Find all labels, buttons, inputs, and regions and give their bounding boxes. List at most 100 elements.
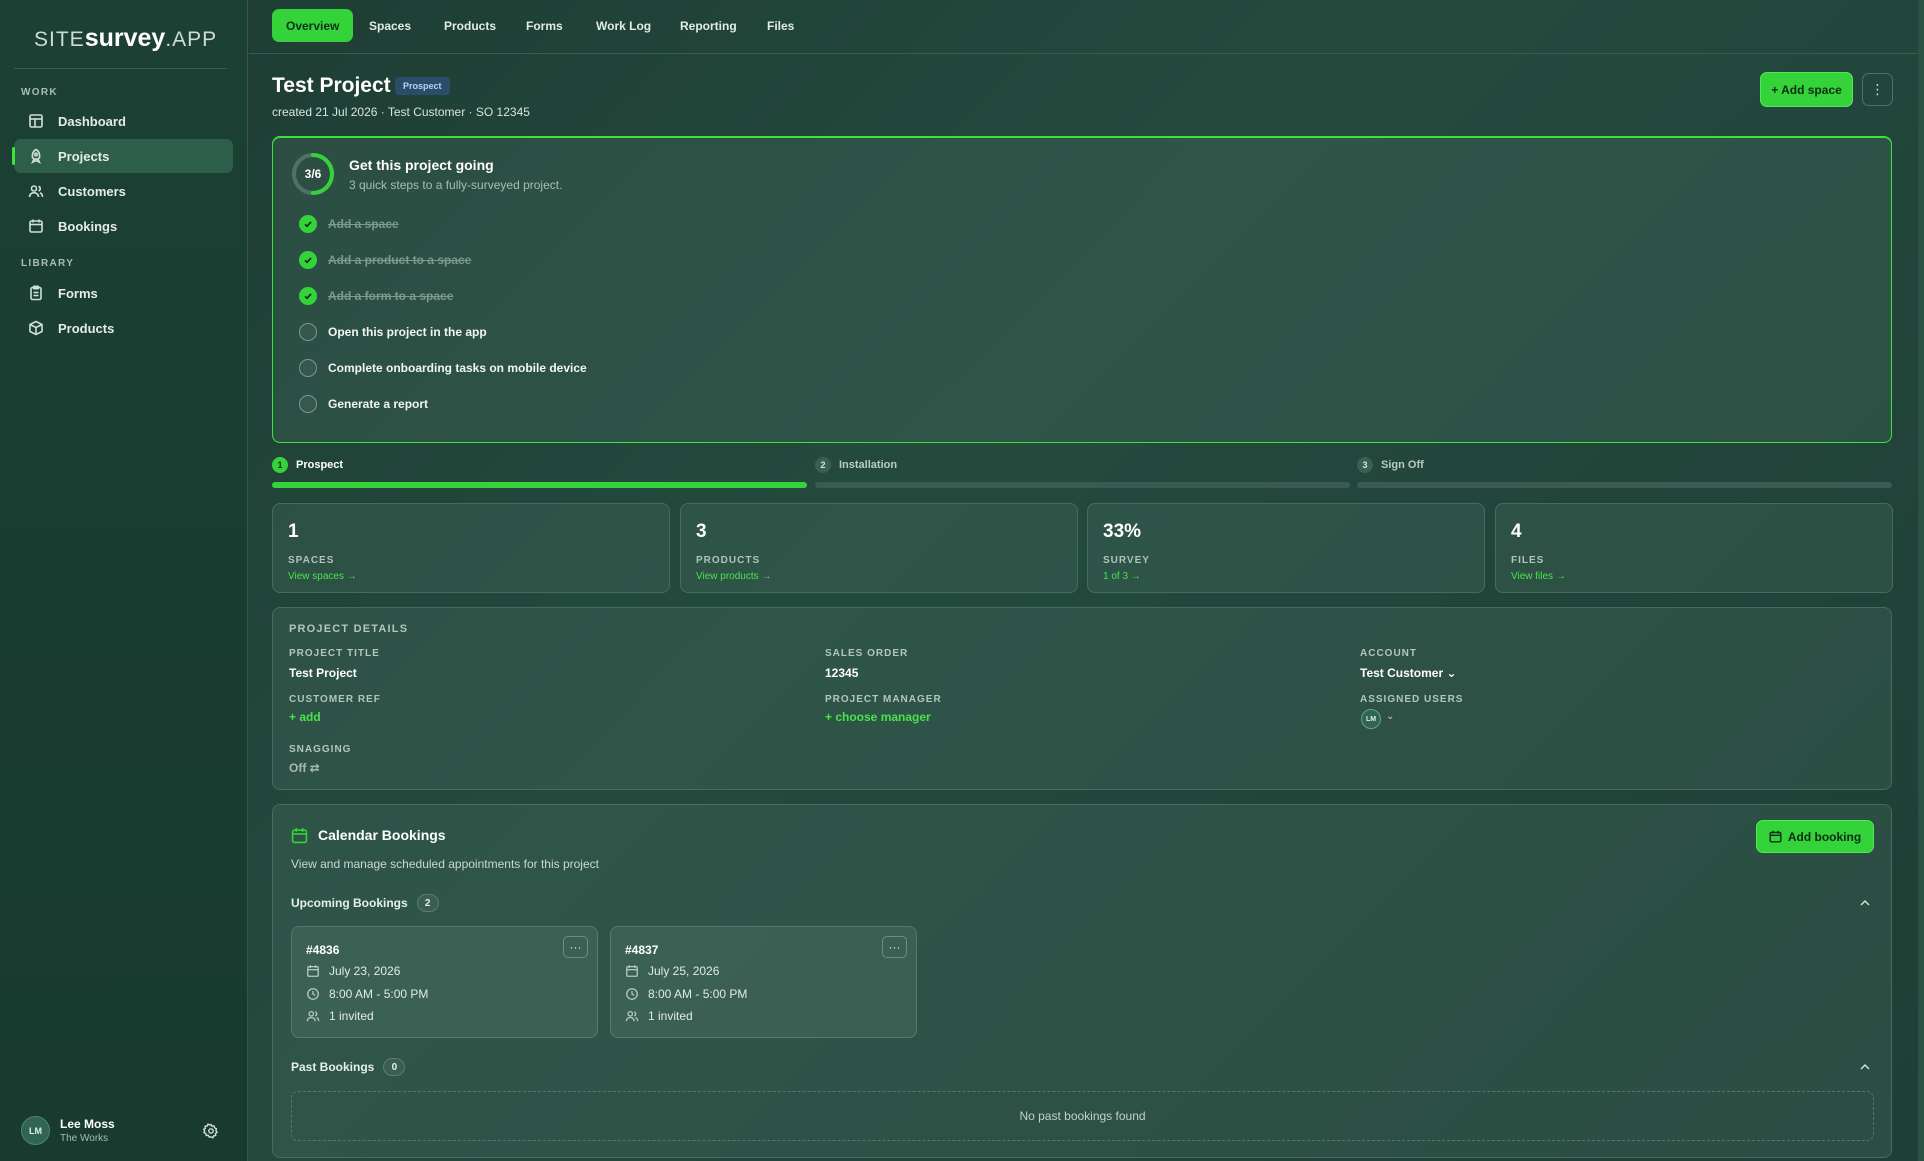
page-subtitle: created 21 Jul 2026 · Test Customer · SO… — [272, 105, 530, 119]
booking-card[interactable]: #4837 ··· July 25, 2026 8:00 AM - 5:00 P… — [610, 926, 917, 1038]
tab-files[interactable]: Files — [753, 9, 808, 42]
booking-date: July 23, 2026 — [306, 964, 400, 978]
onboarding-step[interactable]: Add a product to a space — [299, 251, 471, 269]
sidebar-item-label: Forms — [58, 285, 98, 301]
past-bookings-label: Past Bookings — [291, 1060, 375, 1074]
users-icon — [306, 1010, 320, 1022]
snagging-label: SNAGGING — [289, 744, 352, 755]
add-booking-button[interactable]: Add booking — [1756, 820, 1874, 853]
calendar-icon — [291, 828, 308, 844]
onboarding-step[interactable]: Complete onboarding tasks on mobile devi… — [299, 359, 587, 377]
tab-work-log[interactable]: Work Log — [582, 9, 665, 42]
view-spaces-link[interactable]: View spaces → — [288, 571, 357, 582]
sidebar-item-customers[interactable]: Customers — [14, 174, 233, 208]
snagging-toggle[interactable]: Off ⇄ — [289, 761, 320, 775]
stat-value: 3 — [696, 521, 707, 542]
booking-more-button[interactable]: ··· — [882, 936, 907, 958]
booking-invited: 1 invited — [306, 1009, 374, 1023]
stage-sign-off[interactable]: 3 Sign Off — [1357, 457, 1424, 473]
brand-divider — [14, 68, 227, 69]
view-products-link[interactable]: View products → — [696, 571, 771, 582]
check-icon — [299, 287, 317, 305]
chevron-up-icon[interactable] — [1859, 1061, 1871, 1073]
sidebar-item-bookings[interactable]: Bookings — [14, 209, 233, 243]
customer-ref-label: CUSTOMER REF — [289, 694, 381, 705]
onboarding-step[interactable]: Add a space — [299, 215, 399, 233]
sales-order-label: SALES ORDER — [825, 648, 909, 659]
project-title-value[interactable]: Test Project — [289, 666, 357, 680]
user-name: Lee Moss — [60, 1117, 115, 1131]
empty-past-bookings: No past bookings found — [291, 1091, 1874, 1141]
sales-order-value[interactable]: 12345 — [825, 666, 858, 680]
calendar-bookings-card: Calendar Bookings View and manage schedu… — [272, 804, 1892, 1158]
stage-progress-bar — [1357, 482, 1892, 488]
booking-card[interactable]: #4836 ··· July 23, 2026 8:00 AM - 5:00 P… — [291, 926, 598, 1038]
sidebar-item-label: Dashboard — [58, 113, 126, 129]
stat-card-spaces: 1 SPACES View spaces → — [272, 503, 670, 593]
progress-label: 3/6 — [304, 167, 322, 181]
booking-invited: 1 invited — [625, 1009, 693, 1023]
choose-manager-link[interactable]: + choose manager — [825, 710, 931, 724]
top-tabs: Overview Spaces Products Forms Work Log … — [249, 0, 1924, 54]
stage-prospect[interactable]: 1 Prospect — [272, 457, 343, 473]
avatar: LM — [21, 1116, 50, 1145]
booking-date-text: July 25, 2026 — [648, 964, 720, 978]
more-options-button[interactable]: ⋮ — [1862, 73, 1893, 106]
calendar-icon — [1769, 830, 1782, 843]
step-label: Add a product to a space — [328, 253, 472, 267]
onboarding-step[interactable]: Open this project in the app — [299, 323, 487, 341]
booking-id: #4837 — [625, 943, 659, 957]
past-count-badge: 0 — [383, 1058, 406, 1076]
sidebar-item-label: Bookings — [58, 218, 118, 234]
section-title: PROJECT DETAILS — [289, 623, 409, 635]
stat-label: FILES — [1511, 555, 1545, 566]
assigned-users-label: ASSIGNED USERS — [1360, 694, 1464, 705]
booking-more-button[interactable]: ··· — [563, 936, 588, 958]
tab-products[interactable]: Products — [430, 9, 510, 42]
brand-logo-prefix: SITE — [34, 28, 85, 51]
stage-installation[interactable]: 2 Installation — [815, 457, 897, 473]
tab-spaces[interactable]: Spaces — [355, 9, 425, 42]
onboarding-step[interactable]: Add a form to a space — [299, 287, 453, 305]
tab-forms[interactable]: Forms — [512, 9, 577, 42]
assigned-user-avatar[interactable]: LM — [1361, 709, 1381, 729]
chevron-up-icon[interactable] — [1859, 897, 1871, 909]
upcoming-bookings-header[interactable]: Upcoming Bookings 2 — [291, 894, 439, 912]
stat-card-files: 4 FILES View files → — [1495, 503, 1893, 593]
brand-logo[interactable]: SITEsurvey.APP — [34, 24, 217, 53]
calendar-icon — [626, 965, 638, 977]
sidebar-item-dashboard[interactable]: Dashboard — [14, 104, 233, 138]
account-dropdown[interactable]: Test Customer ⌄ — [1360, 666, 1457, 680]
past-bookings-header[interactable]: Past Bookings 0 — [291, 1058, 406, 1076]
section-label-work: WORK — [21, 87, 58, 98]
booking-time-text: 8:00 AM - 5:00 PM — [329, 987, 429, 1001]
check-icon — [299, 215, 317, 233]
booking-time: 8:00 AM - 5:00 PM — [306, 987, 428, 1001]
clock-icon — [307, 988, 319, 1000]
scrollbar[interactable] — [1918, 0, 1924, 1161]
booking-date: July 25, 2026 — [625, 964, 719, 978]
tab-overview[interactable]: Overview — [272, 9, 354, 42]
gear-icon[interactable] — [203, 1123, 219, 1139]
tab-reporting[interactable]: Reporting — [666, 9, 751, 42]
sidebar: SITEsurvey.APP WORK Dashboard Projects C… — [0, 0, 248, 1161]
user-profile[interactable]: LM Lee Moss The Works — [21, 1116, 115, 1145]
onboarding-subtitle: 3 quick steps to a fully-surveyed projec… — [349, 178, 563, 192]
booking-invited-text: 1 invited — [329, 1009, 374, 1023]
sidebar-item-products[interactable]: Products — [14, 311, 233, 345]
stage-label: Sign Off — [1381, 459, 1424, 471]
survey-progress-link[interactable]: 1 of 3 → — [1103, 571, 1141, 582]
chevron-down-icon[interactable]: ⌄ — [1386, 711, 1394, 722]
add-booking-label: Add booking — [1787, 829, 1862, 844]
sidebar-item-projects[interactable]: Projects — [12, 139, 233, 173]
sidebar-item-label: Customers — [58, 183, 126, 199]
sidebar-item-forms[interactable]: Forms — [14, 276, 233, 310]
project-details-card: PROJECT DETAILS PROJECT TITLE Test Proje… — [272, 607, 1892, 790]
add-space-button[interactable]: + Add space — [1760, 72, 1853, 107]
view-files-link[interactable]: View files → — [1511, 571, 1566, 582]
onboarding-step[interactable]: Generate a report — [299, 395, 428, 413]
rocket-icon — [31, 148, 41, 164]
add-customer-ref-link[interactable]: + add — [289, 710, 321, 724]
stat-card-survey: 33% SURVEY 1 of 3 → — [1087, 503, 1485, 593]
account-label: ACCOUNT — [1360, 648, 1417, 659]
